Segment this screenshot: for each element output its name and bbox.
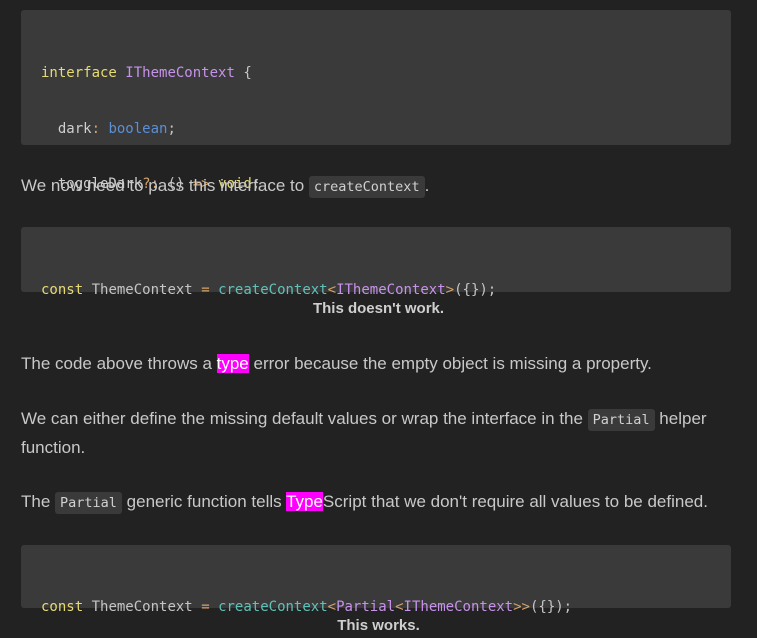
search-highlight: type bbox=[216, 354, 249, 373]
paragraph-text: Script that we don't require all values … bbox=[322, 492, 708, 511]
function-name: createContext bbox=[218, 282, 328, 298]
create-context-code-block: const ThemeContext = createContext<IThem… bbox=[21, 227, 731, 298]
angle-open: < bbox=[327, 282, 337, 298]
caption-doesnt-work: This doesn't work. bbox=[312, 300, 445, 317]
angle-open: < bbox=[395, 599, 404, 615]
equals: = bbox=[201, 599, 210, 615]
paragraph-text: The code above throws a bbox=[21, 354, 217, 373]
inline-code: createContext bbox=[308, 176, 425, 198]
paragraph-partial-generic: The Partial generic function tells TypeS… bbox=[21, 488, 736, 517]
paragraph-text: We now need to pass this interface to bbox=[21, 176, 309, 195]
type-name: IThemeContext bbox=[336, 282, 446, 298]
variable-name: ThemeContext bbox=[91, 599, 193, 615]
partial-code-block: const ThemeContext = createContext<Parti… bbox=[21, 545, 731, 615]
interface-code-block: interface IThemeContext { dark: boolean;… bbox=[21, 10, 731, 248]
inline-code: Partial bbox=[55, 492, 122, 514]
search-highlight: Type bbox=[286, 492, 323, 511]
inline-code: Partial bbox=[587, 409, 655, 431]
brace: { bbox=[243, 65, 252, 81]
paragraph-text: error because the empty object is missin… bbox=[248, 354, 652, 373]
type-annotation: boolean bbox=[108, 120, 168, 137]
type-name: IThemeContext bbox=[403, 599, 514, 615]
paragraph-type-error: The code above throws a type error becau… bbox=[21, 350, 736, 378]
paragraph-create-context: We now need to pass this interface to cr… bbox=[21, 172, 736, 201]
arguments: ({}); bbox=[454, 282, 497, 298]
paragraph-text: generic function tells bbox=[121, 492, 287, 511]
function-name: createContext bbox=[218, 599, 328, 615]
variable-name: ThemeContext bbox=[91, 282, 193, 298]
property-name: dark bbox=[57, 120, 92, 137]
partial-type: Partial bbox=[336, 599, 396, 615]
keyword: const bbox=[41, 599, 84, 615]
keyword: interface bbox=[41, 65, 117, 81]
paragraph-text: . bbox=[424, 176, 430, 195]
equals: = bbox=[201, 282, 210, 298]
colon: : bbox=[91, 120, 101, 137]
caption-works: This works. bbox=[337, 617, 420, 634]
paragraph-partial-helper: We can either define the missing default… bbox=[21, 405, 736, 462]
code-line: const ThemeContext = createContext<Parti… bbox=[41, 596, 731, 620]
paragraph-text: The bbox=[21, 492, 56, 511]
arguments: ({}); bbox=[529, 599, 573, 615]
angle-close: > bbox=[445, 282, 455, 298]
code-line-1: interface IThemeContext { bbox=[41, 62, 731, 86]
angle-close: >> bbox=[513, 599, 530, 615]
type-name: IThemeContext bbox=[125, 65, 235, 81]
paragraph-text: We can either define the missing default… bbox=[21, 409, 588, 428]
code-line: const ThemeContext = createContext<IThem… bbox=[41, 279, 731, 303]
code-line-2: dark: boolean; bbox=[41, 118, 731, 142]
semicolon: ; bbox=[167, 120, 176, 137]
keyword: const bbox=[41, 282, 84, 298]
angle-open: < bbox=[327, 599, 337, 615]
